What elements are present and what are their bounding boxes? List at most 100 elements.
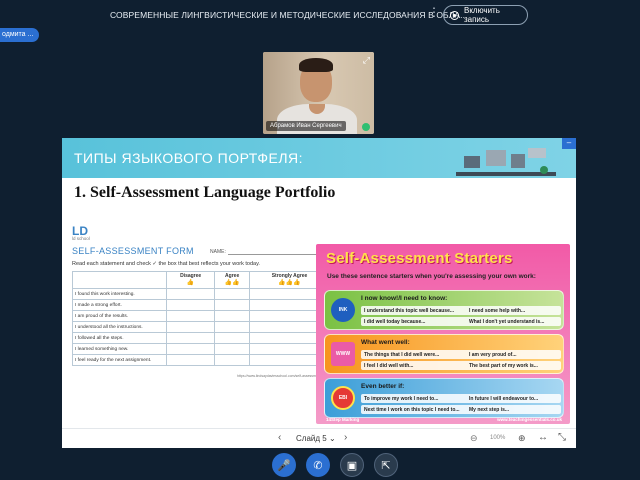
starter-box-ebi: EBI Even better if: To improve my work I… <box>324 378 564 418</box>
collapse-presentation-button[interactable]: – <box>562 138 576 149</box>
table-row: I followed all the steps. <box>72 332 330 344</box>
starter-phrase: What I don't yet understand is... <box>469 319 545 325</box>
ink-splash-icon: INK <box>331 298 355 322</box>
table-row: I found this work interesting. <box>72 288 330 300</box>
zoom-in-button[interactable]: ⊕ <box>518 433 526 444</box>
previous-slide-button[interactable]: ‹ <box>278 432 281 443</box>
starter-heading: I now know!/I need to know: <box>361 295 448 302</box>
starter-phrase: To improve my work I need to... <box>364 396 439 402</box>
check-cell <box>214 288 251 300</box>
table-row: I learned something new. <box>72 343 330 355</box>
expand-icon[interactable]: ⤢ <box>363 55 370 66</box>
phone-button[interactable]: ✆ <box>306 453 330 477</box>
ld-logo-subtitle: ld school <box>72 236 90 241</box>
check-cell <box>214 321 251 333</box>
table-header-disagree: Disagree 👍 <box>165 271 216 289</box>
form-name-label: NAME: <box>210 249 226 255</box>
starter-phrase: My next step is... <box>469 407 510 413</box>
starters-title: Self-Assessment Starters <box>326 250 513 267</box>
webcam-tile[interactable]: ⤢ Абрамов Иван Сергеевич <box>263 52 374 134</box>
form-instructions: Read each statement and check ✓ the box … <box>72 261 260 267</box>
starter-phrase: Next time I work on this topic I need to… <box>364 407 460 413</box>
starter-box-ink: INK I now know!/I need to know: I unders… <box>324 290 564 330</box>
check-cell <box>214 332 251 344</box>
starter-phrase: I am very proud of... <box>469 352 517 358</box>
statement: I feel ready for the next assignment. <box>72 354 167 366</box>
meeting-title: СОВРЕМЕННЫЕ ЛИНГВИСТИЧЕСКИЕ И МЕТОДИЧЕСК… <box>110 10 468 20</box>
self-assessment-starters: Self-Assessment Starters Use these sente… <box>316 244 570 424</box>
check-cell <box>165 343 216 355</box>
check-cell <box>165 288 216 300</box>
slide-number: Слайд 5 <box>296 434 327 443</box>
zoom-out-button[interactable]: ⊖ <box>470 433 478 444</box>
webcam-person-hair <box>299 58 333 72</box>
thumbs-up-icon: 👍👍 <box>224 280 240 286</box>
slide-header: ТИПЫ ЯЗЫКОВОГО ПОРТФЕЛЯ: – <box>62 138 576 178</box>
check-cell <box>214 310 251 322</box>
starter-box-www: WWW What went well: The things that I di… <box>324 334 564 374</box>
starter-phrase: The things that I did well were... <box>364 352 440 358</box>
zoom-level: 100% <box>490 435 506 441</box>
check-cell <box>165 332 216 344</box>
moderator-badge[interactable]: одмита ... <box>0 28 40 42</box>
starter-phrase: I need some help with... <box>469 308 526 314</box>
check-cell <box>165 321 216 333</box>
table-header-row: Disagree 👍 Agree 👍👍 Strongly Agree 👍👍👍 <box>72 271 330 289</box>
slide-title: 1. Self-Assessment Language Portfolio <box>74 184 336 201</box>
starter-phrase: I did well today because... <box>364 319 426 325</box>
record-button[interactable]: Включить запись <box>443 5 528 25</box>
form-url: https://www.lindsaydaviesschool.com/self… <box>237 374 321 378</box>
form-title: SELF-ASSESSMENT FORM <box>72 246 194 256</box>
microphone-button[interactable]: 🎤 <box>272 453 296 477</box>
statement: I made a strong effort. <box>72 299 167 311</box>
table-row: I made a strong effort. <box>72 299 330 311</box>
statement: I followed all the steps. <box>72 332 167 344</box>
check-cell <box>214 343 251 355</box>
camera-off-button[interactable]: ▣ <box>340 453 364 477</box>
check-cell <box>165 299 216 311</box>
next-slide-button[interactable]: › <box>344 432 347 443</box>
starter-phrase: The best part of my work is... <box>469 363 538 369</box>
fit-to-width-button[interactable]: ↔ <box>538 432 548 443</box>
screen-share-button[interactable]: ⇱ <box>374 453 398 477</box>
fullscreen-button[interactable]: ⤡ <box>558 432 566 443</box>
ebi-target-icon: EBI <box>331 386 355 410</box>
table-row: I am proud of the results. <box>72 310 330 322</box>
starter-line: I feel I did well with... The best part o… <box>361 361 561 370</box>
check-cell <box>214 354 251 366</box>
starter-phrase: I feel I did well with... <box>364 363 414 369</box>
table-header-statement <box>72 271 167 289</box>
statement: I learned something new. <box>72 343 167 355</box>
starter-line: I did well today because... What I don't … <box>361 317 561 326</box>
self-assessment-form: LD ld school SELF-ASSESSMENT FORM NAME: … <box>72 224 330 384</box>
statement: I understood all the instructions. <box>72 321 167 333</box>
assessment-table: Disagree 👍 Agree 👍👍 Strongly Agree 👍👍👍 I fo… <box>72 271 330 366</box>
starter-phrase: I understand this topic well because... <box>364 308 455 314</box>
starter-phrase: In future I will endeavour to... <box>469 396 539 402</box>
record-icon <box>450 10 459 20</box>
chevron-down-icon: ⌄ <box>328 434 336 443</box>
table-row: I understood all the instructions. <box>72 321 330 333</box>
top-bar: СОВРЕМЕННЫЕ ЛИНГВИСТИЧЕСКИЕ И МЕТОДИЧЕСК… <box>0 0 640 32</box>
check-cell <box>214 299 251 311</box>
table-row: I feel ready for the next assignment. <box>72 354 330 366</box>
starter-heading: Even better if: <box>361 383 405 390</box>
starters-subtitle: Use these sentence starters when you're … <box>327 273 536 280</box>
status-icon <box>362 123 370 131</box>
statement: I found this work interesting. <box>72 288 167 300</box>
www-icon: WWW <box>331 342 355 366</box>
slide-selector[interactable]: Слайд 5 ⌄ <box>296 434 336 443</box>
starters-footer-left: 14Step Marking <box>326 417 360 422</box>
starter-heading: What went well: <box>361 339 410 346</box>
starters-footer-url: www.teachingessentials.co.uk <box>497 417 562 422</box>
starter-line: Next time I work on this topic I need to… <box>361 405 561 414</box>
starter-line: The things that I did well were... I am v… <box>361 350 561 359</box>
slide-decoration-illustration <box>456 148 556 176</box>
starter-line: I understand this topic well because... I… <box>361 306 561 315</box>
record-label: Включить запись <box>463 6 500 24</box>
table-header-agree: Agree 👍👍 <box>214 271 251 289</box>
presentation-toolbar: ‹ Слайд 5 ⌄ › ⊖ 100% ⊕ ↔ ⤡ <box>62 428 576 448</box>
thumbs-up-icon: 👍 <box>186 280 195 286</box>
more-options-icon[interactable]: ⋮ <box>428 5 440 19</box>
slide-header-title: ТИПЫ ЯЗЫКОВОГО ПОРТФЕЛЯ: <box>74 150 304 166</box>
